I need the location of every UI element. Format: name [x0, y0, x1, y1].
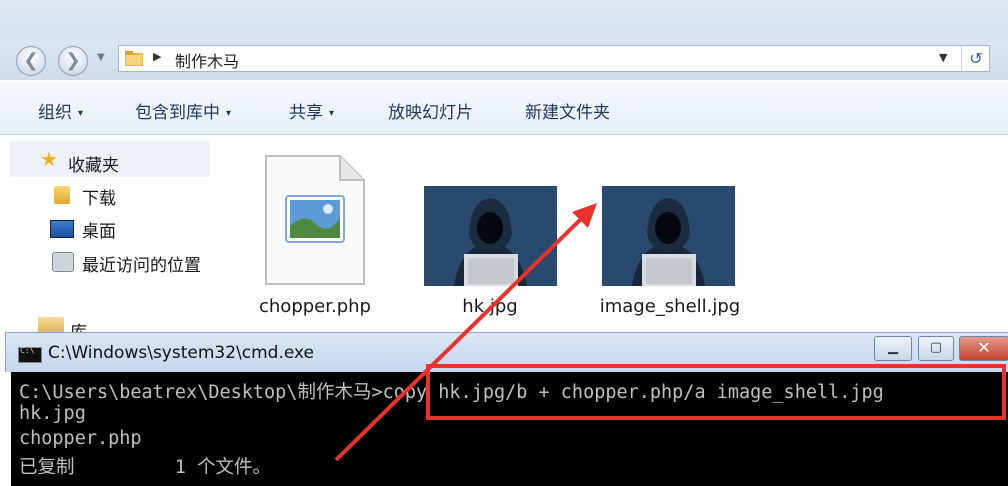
hacker-photo[interactable] [602, 186, 735, 286]
back-button[interactable]: ❮ [16, 46, 46, 76]
console-line-command: C:\Users\beatrex\Desktop\制作木马>copy hk.jp… [19, 382, 884, 403]
close-button[interactable]: ✕ [959, 336, 1008, 361]
cmd-window-title: C:\Windows\system32\cmd.exe [48, 343, 315, 363]
sidebar-item-favorites[interactable]: 收藏夹 [68, 151, 119, 176]
sidebar-item-recent[interactable]: 最近访问的位置 [82, 251, 201, 276]
breadcrumb-current-folder[interactable]: 制作木马 [175, 48, 239, 72]
toolbar-new-folder[interactable]: 新建文件夹 [525, 98, 610, 123]
hacker-photo[interactable] [424, 186, 557, 286]
chevron-down-icon: ▾ [329, 108, 335, 119]
console-line: hk.jpg [19, 403, 86, 424]
desktop-icon [50, 220, 74, 238]
recent-pages-dropdown-icon[interactable]: ▼ [97, 52, 105, 63]
console-output[interactable]: C:\Users\beatrex\Desktop\制作木马>copy hk.jp… [11, 372, 1008, 486]
file-name-image-shell[interactable]: image_shell.jpg [590, 296, 750, 317]
toolbar-share[interactable]: 共享 ▾ [289, 98, 334, 123]
sidebar-item-downloads[interactable]: 下载 [82, 184, 116, 209]
toolbar-slideshow[interactable]: 放映幻灯片 [388, 98, 473, 123]
minimize-button[interactable]: ▁ [874, 336, 912, 361]
sidebar-item-desktop[interactable]: 桌面 [82, 217, 116, 242]
file-name-chopper[interactable]: chopper.php [250, 296, 380, 317]
recent-places-icon [52, 252, 74, 272]
cmd-titlebar[interactable]: C:\ C:\Windows\system32\cmd.exe ▁ ▢ ✕ [5, 332, 1008, 372]
toolbar-organize[interactable]: 组织 ▾ [38, 98, 83, 123]
console-line: chopper.php [19, 428, 142, 449]
address-bar[interactable]: ▶ 制作木马 ▼ ↺ [118, 45, 990, 72]
forward-button[interactable]: ❯ [58, 46, 88, 76]
maximize-button[interactable]: ▢ [918, 336, 954, 361]
libraries-icon [38, 317, 64, 333]
refresh-icon[interactable]: ↺ [961, 46, 990, 71]
command-toolbar: 组织 ▾ 包含到库中 ▾ 共享 ▾ 放映幻灯片 新建文件夹 [0, 82, 1008, 135]
chevron-down-icon: ▾ [226, 108, 232, 119]
window-titlebar [0, 0, 1008, 40]
breadcrumb-separator-icon[interactable]: ▶ [153, 50, 161, 63]
console-line: 已复制 1 个文件。 [19, 457, 272, 478]
address-dropdown-icon[interactable]: ▼ [939, 51, 947, 64]
cmd-window: C:\ C:\Windows\system32\cmd.exe ▁ ▢ ✕ C:… [5, 332, 1008, 486]
cmd-icon: C:\ [18, 346, 42, 363]
downloads-folder-icon [54, 186, 70, 204]
folder-icon [125, 51, 143, 66]
file-name-hk[interactable]: hk.jpg [440, 296, 540, 317]
chevron-down-icon: ▾ [78, 108, 84, 119]
star-icon: ★ [40, 147, 58, 171]
image-document-icon[interactable] [264, 154, 366, 286]
toolbar-include-in-library[interactable]: 包含到库中 ▾ [135, 98, 231, 123]
